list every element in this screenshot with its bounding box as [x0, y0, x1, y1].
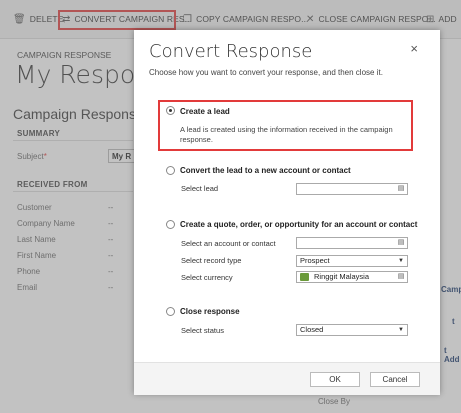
select-lead-label: Select lead	[181, 184, 219, 193]
record-type-value: Prospect	[300, 256, 330, 265]
close-icon[interactable]: ×	[410, 41, 418, 56]
dialog-subtitle: Choose how you want to convert your resp…	[149, 68, 383, 77]
dialog-footer: OK Cancel	[134, 362, 440, 395]
status-value: Closed	[300, 325, 324, 334]
convert-lead-radio[interactable]	[166, 166, 175, 175]
select-account-label: Select an account or contact	[181, 239, 276, 248]
create-lead-label[interactable]: Create a lead	[180, 107, 230, 116]
dialog-title: Convert Response	[149, 41, 313, 62]
lookup-icon[interactable]: ▤	[396, 273, 406, 281]
chevron-down-icon: ▼	[398, 327, 404, 333]
cancel-button[interactable]: Cancel	[370, 372, 420, 387]
lookup-icon[interactable]: ▤	[396, 185, 406, 193]
select-currency-label: Select currency	[181, 273, 233, 282]
chevron-down-icon: ▼	[398, 258, 404, 264]
select-currency-lookup[interactable]: Ringgit Malaysia ▤	[296, 271, 408, 283]
create-quote-radio[interactable]	[166, 220, 175, 229]
convert-lead-label[interactable]: Convert the lead to a new account or con…	[180, 166, 351, 175]
select-lead-lookup[interactable]: ▤	[296, 183, 408, 195]
select-record-type-label: Select record type	[181, 256, 242, 265]
select-status-label: Select status	[181, 326, 224, 335]
currency-value: Ringgit Malaysia	[314, 272, 370, 281]
create-lead-description: A lead is created using the information …	[180, 125, 393, 144]
create-quote-label[interactable]: Create a quote, order, or opportunity fo…	[180, 220, 417, 229]
select-account-lookup[interactable]: ▤	[296, 237, 408, 249]
lookup-icon[interactable]: ▤	[396, 239, 406, 247]
create-lead-radio[interactable]	[166, 106, 175, 115]
convert-response-dialog: Convert Response × Choose how you want t…	[134, 30, 440, 395]
record-type-select[interactable]: Prospect ▼	[296, 255, 408, 267]
ok-button[interactable]: OK	[310, 372, 360, 387]
close-response-label[interactable]: Close response	[180, 307, 240, 316]
close-response-radio[interactable]	[166, 307, 175, 316]
currency-icon	[300, 273, 309, 281]
status-select[interactable]: Closed ▼	[296, 324, 408, 336]
